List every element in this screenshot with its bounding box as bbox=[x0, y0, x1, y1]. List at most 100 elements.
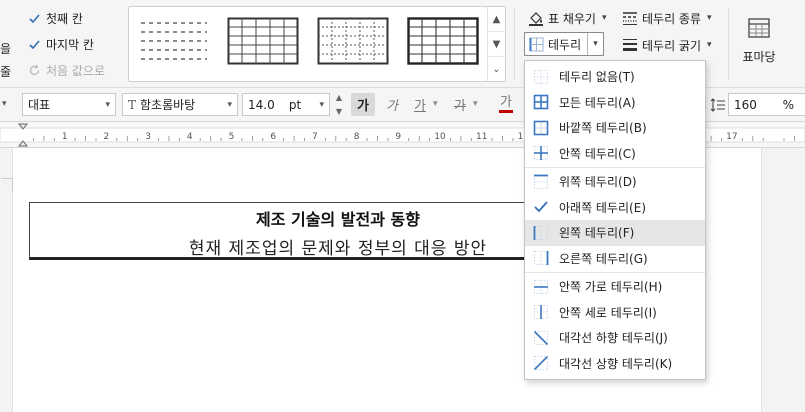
table-style-button[interactable]: 표마당 bbox=[736, 14, 782, 65]
table-style-bold-grid-thumb[interactable] bbox=[407, 17, 479, 65]
menu-item-label: 대각선 하향 테두리(J) bbox=[559, 331, 668, 346]
diagonal-down-border-icon bbox=[533, 330, 549, 346]
text-color-bar bbox=[499, 110, 513, 113]
inside-vertical-border-icon bbox=[533, 304, 549, 320]
gallery-scrollbar: ▲ ▼ ⌄ bbox=[487, 7, 505, 81]
chevron-down-icon[interactable]: ▾ bbox=[433, 99, 438, 109]
table-style-gallery[interactable]: ▲ ▼ ⌄ bbox=[128, 6, 506, 82]
table-fill-button[interactable]: 표 채우기 ▾ bbox=[528, 7, 607, 29]
ruler-label: 11 bbox=[476, 132, 487, 142]
border-label: 테두리 bbox=[548, 37, 582, 52]
font-type-icon: T bbox=[128, 97, 137, 112]
menu-item-inside-horizontal[interactable]: 안쪽 가로 테두리(H) bbox=[525, 274, 705, 300]
gallery-expand-icon[interactable]: ⌄ bbox=[488, 57, 505, 81]
left-border-icon bbox=[533, 225, 549, 241]
menu-item-right-border[interactable]: 오른쪽 테두리(G) bbox=[525, 246, 705, 272]
menu-item-left-border[interactable]: 왼쪽 테두리(F) bbox=[525, 220, 705, 246]
inside-horizontal-border-icon bbox=[533, 279, 549, 295]
gallery-scroll-up-icon[interactable]: ▲ bbox=[488, 7, 505, 32]
text-color-button[interactable]: 가 bbox=[495, 93, 517, 116]
font-size-stepper[interactable]: ▲ ▼ bbox=[332, 93, 346, 116]
table-style-dashed-thumb[interactable] bbox=[139, 17, 211, 65]
table-style-icon bbox=[736, 14, 782, 42]
line-spacing-value: 160 bbox=[734, 97, 757, 112]
border-split-button[interactable]: 테두리 ▾ bbox=[524, 32, 604, 56]
ruler-label: 4 bbox=[187, 132, 193, 142]
last-column-option[interactable]: 마지막 칸 bbox=[28, 36, 94, 53]
menu-item-bottom-border[interactable]: 아래쪽 테두리(E) bbox=[525, 195, 705, 221]
first-column-option[interactable]: 첫째 칸 bbox=[28, 10, 83, 27]
menu-item-inside-vertical[interactable]: 안쪽 세로 테두리(I) bbox=[525, 300, 705, 326]
ribbon-divider bbox=[728, 8, 729, 80]
text-color-glyph: 가 bbox=[500, 95, 512, 110]
ruler-label: 2 bbox=[104, 132, 110, 142]
table-fill-label: 표 채우기 bbox=[548, 11, 596, 26]
menu-item-label: 테두리 없음(T) bbox=[559, 70, 635, 85]
menu-item-label: 안쪽 세로 테두리(I) bbox=[559, 305, 657, 320]
menu-item-label: 위쪽 테두리(D) bbox=[559, 175, 637, 190]
ruler-label: 5 bbox=[229, 132, 235, 142]
first-column-label: 첫째 칸 bbox=[46, 12, 83, 26]
last-column-label: 마지막 칸 bbox=[46, 38, 94, 52]
ruler-label: 3 bbox=[145, 132, 151, 142]
menu-item-top-border[interactable]: 위쪽 테두리(D) bbox=[525, 169, 705, 195]
chevron-down-icon: ▾ bbox=[319, 99, 324, 110]
border-thickness-button[interactable]: 테두리 굵기 ▾ bbox=[622, 34, 712, 56]
check-icon bbox=[28, 38, 41, 51]
reset-label: 처음 값으로 bbox=[46, 64, 106, 78]
table-style-dotted-grid-thumb[interactable] bbox=[317, 17, 389, 65]
border-type-icon bbox=[622, 10, 638, 26]
reset-option[interactable]: 처음 값으로 bbox=[28, 62, 105, 79]
border-dropdown-toggle[interactable]: ▾ bbox=[588, 39, 603, 49]
chevron-down-icon: ▾ bbox=[593, 39, 598, 49]
chevron-up-icon[interactable]: ▲ bbox=[336, 93, 342, 102]
menu-item-outside-border[interactable]: 바깥쪽 테두리(B) bbox=[525, 115, 705, 141]
menu-separator bbox=[525, 167, 705, 168]
menu-item-label: 안쪽 테두리(C) bbox=[559, 146, 636, 161]
border-type-button[interactable]: 테두리 종류 ▾ bbox=[622, 7, 712, 29]
font-size-input[interactable]: 14.0 pt ▾ bbox=[242, 93, 330, 116]
menu-item-label: 대각선 상향 테두리(K) bbox=[559, 356, 673, 371]
diagonal-up-border-icon bbox=[533, 355, 549, 371]
no-border-icon bbox=[533, 69, 549, 85]
chevron-down-icon[interactable]: ▾ bbox=[2, 99, 7, 109]
ruler-label: 1 bbox=[62, 132, 68, 142]
chevron-down-icon[interactable]: ▼ bbox=[336, 107, 342, 116]
border-button[interactable]: 테두리 bbox=[525, 33, 589, 55]
underline-button[interactable]: 가 bbox=[409, 93, 431, 116]
line-spacing-input[interactable]: 160 % bbox=[728, 93, 805, 116]
ruler-label: 8 bbox=[354, 132, 360, 142]
table-style-grid-thumb[interactable] bbox=[227, 17, 299, 65]
menu-item-label: 모든 테두리(A) bbox=[559, 95, 636, 110]
margin-guide bbox=[1, 178, 13, 192]
gallery-scroll-down-icon[interactable]: ▼ bbox=[488, 32, 505, 57]
font-select[interactable]: T 함초롬바탕 ▾ bbox=[122, 93, 238, 116]
ruler-label: 6 bbox=[270, 132, 276, 142]
menu-item-label: 바깥쪽 테두리(B) bbox=[559, 121, 647, 136]
chevron-down-icon[interactable]: ▾ bbox=[473, 99, 478, 109]
refresh-icon bbox=[28, 64, 41, 77]
strikethrough-button[interactable]: 가 bbox=[449, 93, 471, 116]
table-style-label: 표마당 bbox=[742, 50, 776, 64]
menu-item-diagonal-up[interactable]: 대각선 상향 테두리(K) bbox=[525, 351, 705, 377]
menu-item-no-border[interactable]: 테두리 없음(T) bbox=[525, 64, 705, 90]
italic-button[interactable]: 가 bbox=[381, 93, 403, 116]
menu-item-diagonal-down[interactable]: 대각선 하향 테두리(J) bbox=[525, 325, 705, 351]
style-select[interactable]: 대표 ▾ bbox=[22, 93, 116, 116]
right-border-icon bbox=[533, 250, 549, 266]
bold-button[interactable]: 가 bbox=[351, 93, 375, 116]
inside-border-icon bbox=[533, 145, 549, 161]
ribbon-divider bbox=[514, 8, 515, 80]
ruler-label: 9 bbox=[395, 132, 401, 142]
all-borders-icon bbox=[533, 94, 549, 110]
ruler-label: 17 bbox=[726, 132, 737, 142]
border-thickness-label: 테두리 굵기 bbox=[642, 38, 702, 53]
menu-item-label: 안쪽 가로 테두리(H) bbox=[559, 280, 663, 295]
line-spacing-unit: % bbox=[782, 97, 794, 112]
style-value: 대표 bbox=[28, 98, 51, 112]
check-icon bbox=[28, 12, 41, 25]
menu-item-all-borders[interactable]: 모든 테두리(A) bbox=[525, 90, 705, 116]
line-spacing-icon bbox=[710, 97, 726, 116]
chevron-down-icon: ▾ bbox=[707, 13, 712, 23]
menu-item-inside-border[interactable]: 안쪽 테두리(C) bbox=[525, 141, 705, 167]
